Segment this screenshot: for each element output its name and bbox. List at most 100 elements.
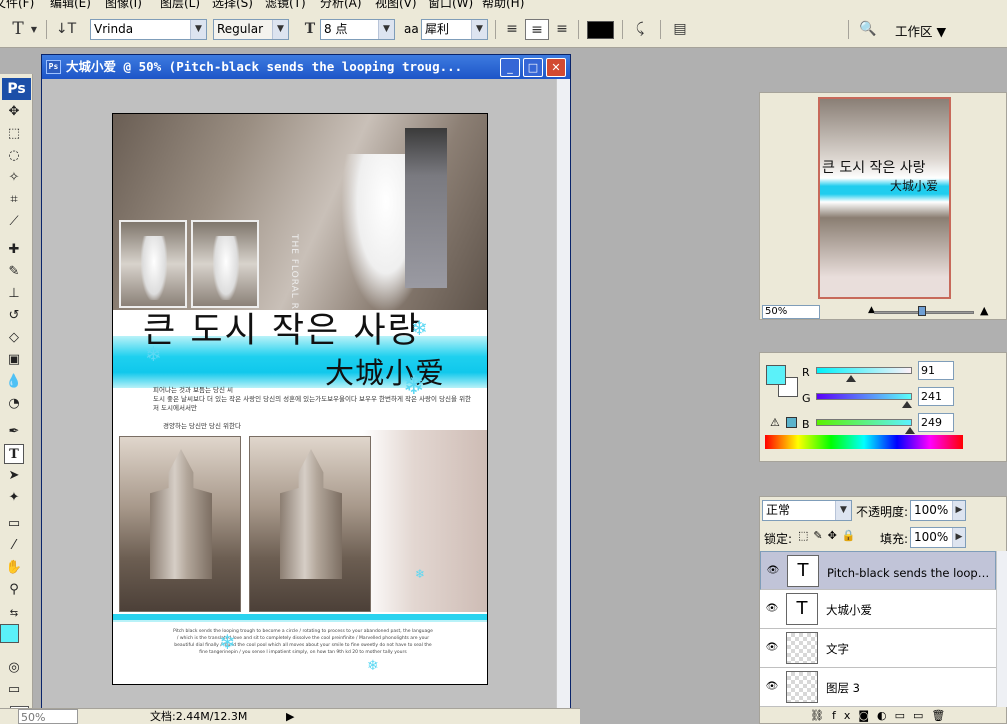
zoom-icon[interactable]: ⚲ (4, 580, 24, 600)
eye-icon[interactable]: 👁 (766, 565, 780, 577)
document-title-bar[interactable]: Ps 大城小爱 @ 50% (Pitch-black sends the loo… (42, 55, 570, 79)
eraser-icon[interactable]: ◇ (4, 328, 24, 348)
pen-icon[interactable]: ✒ (4, 422, 24, 442)
align-left-icon[interactable]: ≡ (500, 19, 524, 40)
red-slider-knob[interactable] (845, 375, 856, 382)
workspace-button[interactable]: 工作区 ▼ (895, 21, 946, 42)
blue-slider[interactable] (816, 419, 912, 426)
type-icon[interactable]: T (4, 444, 24, 464)
type-tool-preset-icon[interactable]: T (6, 19, 30, 40)
menu-help[interactable]: 帮助(H) (482, 0, 524, 10)
red-slider[interactable] (816, 367, 912, 374)
eye-icon[interactable]: 👁 (765, 681, 779, 693)
menu-image[interactable]: 图像(I) (105, 0, 142, 10)
menu-select[interactable]: 选择(S) (212, 0, 253, 10)
maximize-button[interactable]: □ (523, 58, 543, 77)
separator (46, 20, 47, 39)
align-right-icon[interactable]: ≡ (550, 19, 574, 40)
close-button[interactable]: ✕ (546, 58, 566, 77)
red-value[interactable]: 91 (918, 361, 954, 380)
blend-mode-select[interactable]: 正常 ▼ (762, 500, 852, 521)
eye-icon[interactable]: 👁 (765, 603, 779, 615)
antialias-select[interactable]: 犀利 ▼ (421, 19, 488, 40)
hand-icon[interactable]: ✋ (4, 558, 24, 578)
layer-row[interactable]: 👁 T 大城小爱 (760, 590, 996, 629)
menu-file[interactable]: 文件(F) (0, 0, 34, 10)
screen-mode-icon[interactable]: ▭ (4, 680, 24, 700)
workspace-label: 工作区 (895, 24, 933, 39)
eyedropper-icon[interactable]: ⁄ (4, 536, 24, 556)
notes-icon[interactable]: ▭ (4, 514, 24, 534)
orientation-toggle-icon[interactable]: ↓T (54, 19, 78, 40)
blur-icon[interactable]: 💧 (4, 372, 24, 392)
gradient-icon[interactable]: ▣ (4, 350, 24, 370)
chevron-down-icon[interactable]: ▼ (28, 19, 40, 40)
canvas[interactable]: THE FLORAL ROMANCE 큰 도시 작은 사랑 大城小爱 ❄ ❄ ❄… (112, 113, 488, 685)
menu-edit[interactable]: 编辑(E) (50, 0, 91, 10)
lock-icons[interactable]: ⬚✎✥🔒 (798, 529, 861, 542)
zoom-field[interactable]: 50% (18, 709, 78, 724)
text-color-swatch[interactable] (587, 21, 614, 39)
color-fg-swatch[interactable] (766, 365, 786, 385)
eye-icon[interactable]: 👁 (765, 642, 779, 654)
layer-row[interactable]: 👁 T Pitch-black sends the looping t... (760, 551, 996, 590)
history-brush-icon[interactable]: ↺ (4, 306, 24, 326)
navigator-korean-title: 큰 도시 작은 사랑 (822, 160, 926, 176)
align-center-icon[interactable]: ≡ (525, 19, 549, 40)
document-title: 大城小爱 @ 50% (Pitch-black sends the loopin… (66, 59, 463, 74)
opacity-field[interactable]: 100% ▶ (910, 500, 966, 521)
move-icon[interactable]: ✥ (4, 102, 24, 122)
chevron-down-icon: ▼ (378, 20, 394, 39)
path-select-icon[interactable]: ➤ (4, 466, 24, 486)
quick-mask-icon[interactable]: ◎ (4, 658, 24, 678)
menu-window[interactable]: 窗口(W) (428, 0, 473, 10)
toolbox: Ps ✥ ⬚ ◌ ✧ ⌗ ⟋ ✚ ✎ ⊥ ↺ ◇ ▣ 💧 ◔ ✒ T ➤ ✦ ▭… (0, 74, 33, 724)
navigator-preview[interactable] (818, 97, 951, 299)
menu-layer[interactable]: 图层(L) (160, 0, 200, 10)
font-style-select[interactable]: Regular ▼ (213, 19, 289, 40)
layer-row[interactable]: 👁 文字 (760, 629, 996, 668)
navigator-slider-knob[interactable] (918, 306, 926, 316)
dodge-icon[interactable]: ◔ (4, 394, 24, 414)
brush-icon[interactable]: ✎ (4, 262, 24, 282)
color-spectrum-ramp[interactable] (765, 435, 963, 449)
layers-footer-icons[interactable]: ⛓fx◙◐▭▭🗑 (760, 707, 1006, 724)
lasso-icon[interactable]: ◌ (4, 146, 24, 166)
shape-icon[interactable]: ✦ (4, 488, 24, 508)
font-size-select[interactable]: 8 点 ▼ (320, 19, 395, 40)
separator (848, 20, 849, 39)
crop-icon[interactable]: ⌗ (4, 190, 24, 210)
layers-scrollbar[interactable] (996, 551, 1007, 707)
layer-row[interactable]: 👁 图层 3 (760, 668, 996, 707)
blue-slider-knob[interactable] (905, 427, 916, 434)
green-slider-knob[interactable] (902, 401, 913, 408)
separator (495, 20, 496, 39)
fill-field[interactable]: 100% ▶ (910, 527, 966, 548)
magic-wand-icon[interactable]: ✧ (4, 168, 24, 188)
zoom-in-icon[interactable]: ▲ (980, 304, 988, 317)
healing-icon[interactable]: ✚ (4, 240, 24, 260)
marquee-icon[interactable]: ⬚ (4, 124, 24, 144)
status-menu-arrow-icon[interactable]: ▶ (286, 709, 294, 724)
font-family-select[interactable]: Vrinda ▼ (90, 19, 207, 40)
antialias-value: 犀利 (425, 22, 450, 36)
warp-text-icon[interactable]: ⤹ (628, 19, 652, 40)
blue-value[interactable]: 249 (918, 413, 954, 432)
green-value[interactable]: 241 (918, 387, 954, 406)
layer-name: Pitch-black sends the looping t... (827, 566, 992, 580)
foreground-color-swatch[interactable] (0, 624, 19, 643)
green-slider[interactable] (816, 393, 912, 400)
menu-view[interactable]: 视图(V) (375, 0, 417, 10)
blend-mode-value: 正常 (766, 503, 791, 517)
bridge-icon[interactable]: 🔍 (854, 19, 882, 40)
menu-analysis[interactable]: 分析(A) (320, 0, 362, 10)
vertical-scrollbar[interactable] (556, 79, 570, 723)
stamp-icon[interactable]: ⊥ (4, 284, 24, 304)
navigator-zoom-field[interactable]: 50% (762, 305, 820, 319)
slice-icon[interactable]: ⟋ (4, 212, 24, 232)
menu-filter[interactable]: 滤镜(T) (265, 0, 306, 10)
minimize-button[interactable]: _ (500, 58, 520, 77)
character-panel-icon[interactable]: ▤ (668, 19, 692, 40)
gamut-swatch[interactable] (786, 417, 797, 428)
default-colors-icon[interactable]: ⇆ (4, 604, 24, 624)
